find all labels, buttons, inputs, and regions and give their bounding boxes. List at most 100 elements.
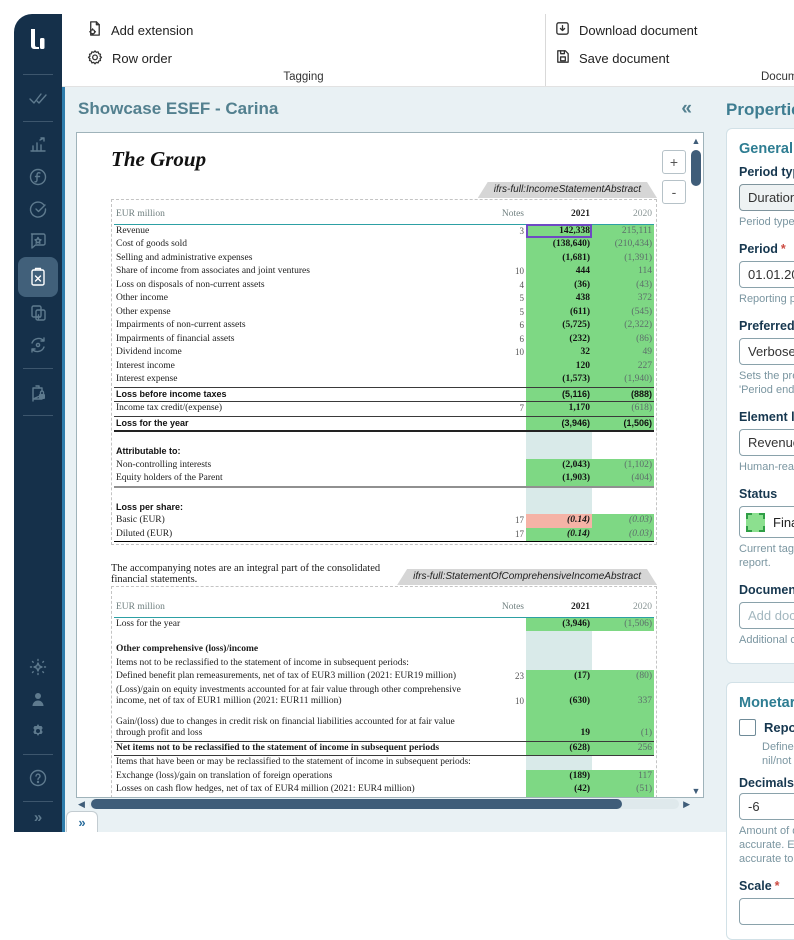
- panel-splitter[interactable]: [62, 86, 65, 832]
- fact-cell-2021[interactable]: (628): [526, 741, 592, 756]
- fact-cell-2020[interactable]: (43): [592, 279, 654, 293]
- decimals-input[interactable]: [739, 793, 794, 820]
- fact-cell-2020[interactable]: 256: [592, 741, 654, 756]
- sparkle-icon[interactable]: [20, 651, 56, 683]
- xbrl-tag-chip[interactable]: ifrs-full:StatementOfComprehensiveIncome…: [397, 569, 657, 585]
- row-label: Selling and administrative expenses: [114, 252, 488, 266]
- scroll-left-icon[interactable]: ◀: [78, 799, 85, 810]
- fact-cell-2021[interactable]: (5,116): [526, 387, 592, 402]
- documentation-input[interactable]: [739, 602, 794, 629]
- fact-cell-2020[interactable]: (1,506): [592, 617, 654, 631]
- preferred-label-input[interactable]: [739, 338, 794, 365]
- fact-cell-2021[interactable]: (0.14): [526, 528, 592, 542]
- fact-cell-2021[interactable]: (2,043): [526, 459, 592, 473]
- gear-icon[interactable]: [20, 715, 56, 747]
- fact-cell-2020[interactable]: 227: [592, 360, 654, 374]
- fact-cell-2021[interactable]: (1,903): [526, 472, 592, 487]
- clipboard-x-icon[interactable]: [18, 257, 58, 297]
- fact-cell-2020[interactable]: (888): [592, 387, 654, 402]
- fact-cell-2020[interactable]: (1,391): [592, 252, 654, 266]
- fact-cell-2020[interactable]: 215,111: [592, 224, 654, 238]
- fact-cell-2021[interactable]: (189): [526, 770, 592, 784]
- bar-chart-icon[interactable]: [20, 129, 56, 161]
- period-input[interactable]: [739, 261, 794, 288]
- status-color-swatch: [746, 513, 765, 532]
- copy-clipboard-icon[interactable]: [20, 297, 56, 329]
- zoom-out-button[interactable]: -: [662, 180, 686, 204]
- status-value: Final: [773, 515, 794, 530]
- fact-cell-2020[interactable]: 337: [592, 684, 654, 709]
- clipboard-lock-icon[interactable]: [20, 376, 56, 408]
- element-label-input[interactable]: [739, 429, 794, 456]
- fact-cell-2021[interactable]: (36): [526, 279, 592, 293]
- fact-cell-2021[interactable]: (17): [526, 670, 592, 684]
- fact-cell-2020[interactable]: (51): [592, 783, 654, 797]
- status-select[interactable]: Final: [739, 506, 794, 538]
- double-check-icon[interactable]: [20, 82, 56, 114]
- fact-cell-2020[interactable]: (618): [592, 402, 654, 417]
- fact-cell-2021[interactable]: (5,725): [526, 319, 592, 333]
- fact-cell-2021[interactable]: (3,946): [526, 617, 592, 631]
- fact-cell-2021[interactable]: 1,170: [526, 402, 592, 417]
- horizontal-scroll-thumb[interactable]: [91, 799, 622, 809]
- report-nil-checkbox[interactable]: [739, 719, 756, 736]
- fact-cell-2020[interactable]: (545): [592, 306, 654, 320]
- download-document-button[interactable]: Download document: [554, 18, 794, 42]
- fact-cell-2021[interactable]: (138,640): [526, 238, 592, 252]
- fact-cell-2021[interactable]: 120: [526, 360, 592, 374]
- fact-cell-2020[interactable]: 117: [592, 770, 654, 784]
- fact-cell-2021: [526, 501, 592, 515]
- fact-cell-2021[interactable]: (611): [526, 306, 592, 320]
- add-extension-button[interactable]: Add extension: [86, 18, 545, 42]
- sync-eye-icon[interactable]: [20, 329, 56, 361]
- fact-cell-2021[interactable]: (1,681): [526, 252, 592, 266]
- check-circle-icon[interactable]: [20, 193, 56, 225]
- fact-cell-2020[interactable]: (86): [592, 333, 654, 347]
- fact-cell-2020[interactable]: (0.03): [592, 528, 654, 542]
- note-reference: [488, 445, 526, 459]
- comment-star-icon[interactable]: [20, 225, 56, 257]
- fact-cell-2021[interactable]: (3,946): [526, 416, 592, 431]
- fact-cell-2021[interactable]: 444: [526, 265, 592, 279]
- scroll-right-icon[interactable]: ▶: [683, 799, 690, 810]
- fact-cell-2020[interactable]: 49: [592, 346, 654, 360]
- save-document-button[interactable]: Save document: [554, 46, 794, 70]
- row-label: Basic (EUR): [114, 514, 488, 528]
- function-icon[interactable]: [20, 161, 56, 193]
- scale-input[interactable]: [739, 898, 794, 925]
- sidebar-expand-icon[interactable]: »: [34, 809, 42, 826]
- scroll-up-icon[interactable]: ▲: [692, 136, 701, 146]
- vertical-scroll-thumb[interactable]: [691, 150, 701, 186]
- fact-cell-2021[interactable]: (42): [526, 783, 592, 797]
- fact-cell-2021[interactable]: 142,338: [526, 224, 592, 238]
- fact-cell-2021[interactable]: 32: [526, 346, 592, 360]
- fact-cell-2021[interactable]: 438: [526, 292, 592, 306]
- fact-cell-2020[interactable]: (80): [592, 670, 654, 684]
- fact-cell-2020[interactable]: (1,940): [592, 373, 654, 387]
- help-icon[interactable]: [20, 762, 56, 794]
- fact-cell-2020[interactable]: 372: [592, 292, 654, 306]
- zoom-in-button[interactable]: +: [662, 150, 686, 174]
- fact-cell-2020[interactable]: (210,434): [592, 238, 654, 252]
- collapse-panel-icon[interactable]: «: [681, 98, 692, 120]
- fact-cell-2021[interactable]: (0.14): [526, 514, 592, 528]
- fact-cell-2021[interactable]: (1,573): [526, 373, 592, 387]
- fact-cell-2020[interactable]: (1): [592, 716, 654, 742]
- row-order-button[interactable]: Row order: [86, 46, 545, 70]
- user-icon[interactable]: [20, 683, 56, 715]
- fact-cell-2020[interactable]: (1,506): [592, 416, 654, 431]
- fact-cell-2020[interactable]: (1,102): [592, 459, 654, 473]
- scroll-down-icon[interactable]: ▼: [692, 786, 701, 796]
- fact-cell-2021[interactable]: 19: [526, 716, 592, 742]
- fact-cell-2020[interactable]: (2,322): [592, 319, 654, 333]
- fact-cell-2020[interactable]: (404): [592, 472, 654, 487]
- note-reference: [488, 252, 526, 266]
- fact-cell-2020[interactable]: 114: [592, 265, 654, 279]
- fact-cell-2020[interactable]: (0.03): [592, 514, 654, 528]
- xbrl-tag-chip[interactable]: ifrs-full:IncomeStatementAbstract: [478, 182, 657, 198]
- fact-cell-2021[interactable]: (232): [526, 333, 592, 347]
- fact-cell-2021[interactable]: (630): [526, 684, 592, 709]
- bottom-expand-tab[interactable]: »: [66, 811, 98, 832]
- period-type-input[interactable]: [739, 184, 794, 211]
- table-row: Other comprehensive (loss)/income: [114, 643, 654, 657]
